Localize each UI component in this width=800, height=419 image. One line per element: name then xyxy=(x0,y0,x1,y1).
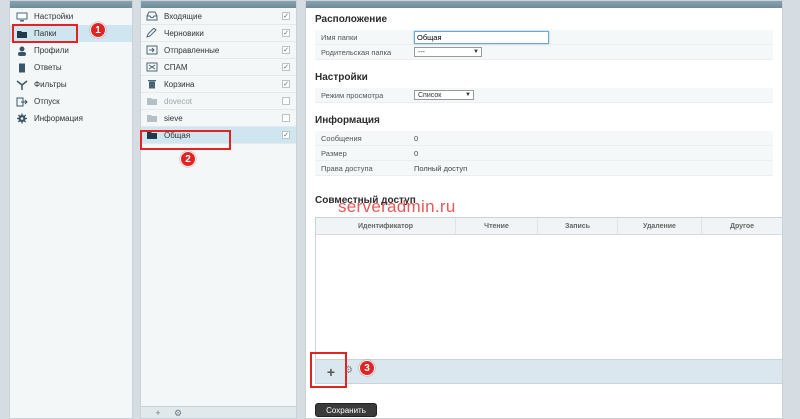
view-mode-row: Режим просмотра Список ▼ xyxy=(315,88,773,103)
folder-row-trash[interactable]: Корзина ✓ xyxy=(141,76,296,93)
sidebar-header xyxy=(10,1,132,8)
sidebar-item-label: Информация xyxy=(34,114,83,123)
annotation-badge-1: 1 xyxy=(90,22,106,38)
folder-name-row: Имя папки xyxy=(315,30,773,45)
annotation-box-2 xyxy=(140,130,231,150)
annotation-box-3 xyxy=(310,352,347,388)
folders-list: Входящие ✓ Черновики ✓ Отправленные ✓ СП… xyxy=(141,8,296,144)
folder-icon xyxy=(146,96,158,107)
settings-title: Настройки xyxy=(315,71,368,83)
sidebar-item-label: Фильтры xyxy=(34,80,67,89)
view-mode-label: Режим просмотра xyxy=(321,90,384,100)
save-button[interactable]: Сохранить xyxy=(315,403,377,417)
sidebar-item-responses[interactable]: Ответы xyxy=(10,59,132,76)
subscribe-checkbox[interactable] xyxy=(282,114,290,122)
folder-name: dovecot xyxy=(164,96,193,106)
sidebar-item-information[interactable]: Информация xyxy=(10,110,132,127)
folders-toolbar: + ⚙ xyxy=(141,406,296,418)
messages-label: Сообщения xyxy=(321,133,362,143)
gear-icon xyxy=(16,113,28,124)
parent-folder-label: Родительская папка xyxy=(321,47,392,57)
column-header-identifier[interactable]: Идентификатор xyxy=(316,218,456,234)
folder-row-dovecot[interactable]: dovecot xyxy=(141,93,296,110)
sidebar-item-filters[interactable]: Фильтры xyxy=(10,76,132,93)
folder-name-label: Имя папки xyxy=(321,32,358,42)
parent-folder-select[interactable]: --- ▼ xyxy=(414,47,482,57)
chevron-down-icon: ▼ xyxy=(465,92,471,98)
subscribe-checkbox[interactable] xyxy=(282,97,290,105)
messages-row: Сообщения 0 xyxy=(315,131,773,146)
view-mode-select[interactable]: Список ▼ xyxy=(414,90,474,100)
size-value: 0 xyxy=(414,148,419,158)
location-title: Расположение xyxy=(315,13,388,25)
folder-name: СПАМ xyxy=(164,62,188,72)
monitor-icon xyxy=(16,11,28,22)
folder-name: Корзина xyxy=(164,79,195,89)
rights-label: Права доступа xyxy=(321,163,373,173)
watermark: serveradmin.ru xyxy=(338,197,456,216)
sidebar-item-settings[interactable]: Настройки xyxy=(10,8,132,25)
subscribe-checkbox[interactable]: ✓ xyxy=(282,80,290,88)
column-header-read[interactable]: Чтение xyxy=(456,218,538,234)
sidebar-item-label: Настройки xyxy=(34,12,74,21)
sharing-table-toolbar: + ⚙ xyxy=(316,359,782,383)
user-icon xyxy=(16,45,28,56)
folder-name-input[interactable] xyxy=(414,30,549,44)
annotation-box-1 xyxy=(12,24,78,43)
messages-value: 0 xyxy=(414,133,419,143)
inbox-icon xyxy=(146,11,158,22)
folder-actions-gear-icon[interactable]: ⚙ xyxy=(171,408,185,418)
folder-row-sieve[interactable]: sieve xyxy=(141,110,296,127)
folder-name: Черновики xyxy=(164,28,204,38)
main-header xyxy=(306,1,782,8)
trash-icon xyxy=(146,79,158,90)
settings-sidebar: Настройки Папки Профили Ответы Фильтры О… xyxy=(9,0,133,419)
info-title: Информация xyxy=(315,114,380,126)
sharing-table: Идентификатор Чтение Запись Удаление Дру… xyxy=(315,217,783,384)
add-folder-icon[interactable]: + xyxy=(151,408,165,418)
rights-row: Права доступа Полный доступ xyxy=(315,161,773,176)
column-header-other[interactable]: Другое xyxy=(702,218,782,234)
annotation-badge-2: 2 xyxy=(180,151,196,167)
folder-row-drafts[interactable]: Черновики ✓ xyxy=(141,25,296,42)
sharing-table-header: Идентификатор Чтение Запись Удаление Дру… xyxy=(316,218,782,235)
sidebar-item-label: Профили xyxy=(34,46,69,55)
folder-icon xyxy=(146,113,158,124)
filter-icon xyxy=(16,79,28,90)
vacation-icon xyxy=(16,96,28,107)
sent-icon xyxy=(146,45,158,56)
size-label: Размер xyxy=(321,148,347,158)
pencil-icon xyxy=(146,28,158,39)
folder-row-inbox[interactable]: Входящие ✓ xyxy=(141,8,296,25)
folder-name: sieve xyxy=(164,113,183,123)
folder-row-sent[interactable]: Отправленные ✓ xyxy=(141,42,296,59)
subscribe-checkbox[interactable]: ✓ xyxy=(282,63,290,71)
view-mode-value: Список xyxy=(418,91,442,99)
size-row: Размер 0 xyxy=(315,146,773,161)
rights-value: Полный доступ xyxy=(414,163,468,173)
chevron-down-icon: ▼ xyxy=(473,49,479,55)
sidebar-item-label: Ответы xyxy=(34,63,62,72)
folders-panel: Входящие ✓ Черновики ✓ Отправленные ✓ СП… xyxy=(140,0,297,419)
sidebar-item-profiles[interactable]: Профили xyxy=(10,42,132,59)
subscribe-checkbox[interactable]: ✓ xyxy=(282,12,290,20)
annotation-badge-3: 3 xyxy=(359,360,375,376)
sidebar-item-vacation[interactable]: Отпуск xyxy=(10,93,132,110)
subscribe-checkbox[interactable]: ✓ xyxy=(282,46,290,54)
parent-folder-row: Родительская папка --- ▼ xyxy=(315,45,773,60)
sidebar-item-label: Отпуск xyxy=(34,97,60,106)
folders-header xyxy=(141,1,296,8)
subscribe-checkbox[interactable]: ✓ xyxy=(282,131,290,139)
spam-icon xyxy=(146,62,158,73)
document-icon xyxy=(16,62,28,73)
folder-name: Входящие xyxy=(164,11,202,21)
column-header-write[interactable]: Запись xyxy=(538,218,618,234)
folder-row-spam[interactable]: СПАМ ✓ xyxy=(141,59,296,76)
column-header-delete[interactable]: Удаление xyxy=(618,218,702,234)
folder-name: Отправленные xyxy=(164,45,220,55)
subscribe-checkbox[interactable]: ✓ xyxy=(282,29,290,37)
parent-folder-value: --- xyxy=(418,48,425,56)
